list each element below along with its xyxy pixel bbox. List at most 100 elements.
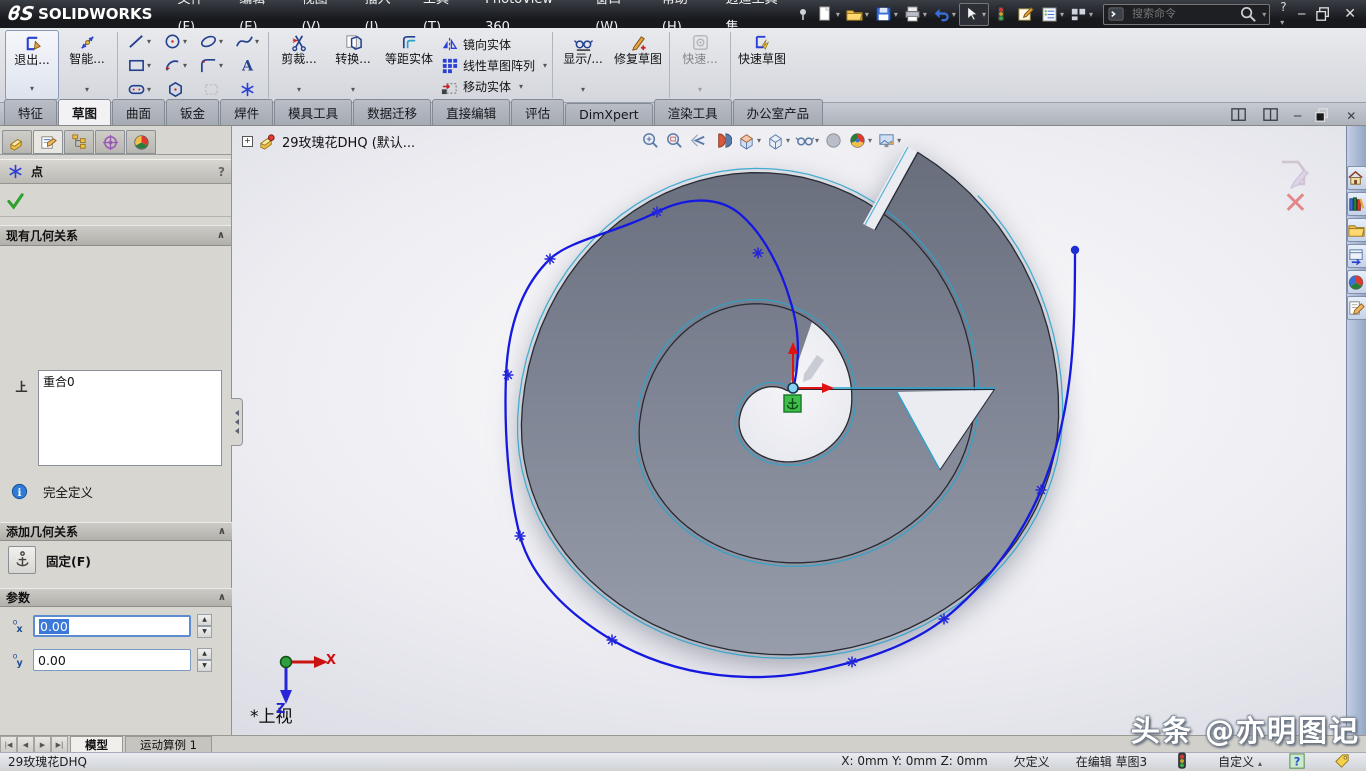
home-tab-button[interactable]	[1347, 166, 1366, 190]
command-tab[interactable]: 渲染工具	[654, 99, 732, 125]
mirror-entities-button[interactable]: 镜向实体	[440, 35, 547, 54]
command-tab[interactable]: 直接编辑	[432, 99, 510, 125]
move-entities-button[interactable]: 移动实体▾	[440, 77, 547, 96]
add-relations-header[interactable]: 添加几何关系∧	[0, 522, 232, 541]
pm-help-button[interactable]: ?	[218, 165, 225, 179]
panel-splitter-tab[interactable]	[231, 398, 243, 446]
new-document-button[interactable]: ▾	[814, 4, 842, 25]
pin-icon[interactable]	[796, 7, 810, 21]
existing-relations-header[interactable]: 现有几何关系∧	[0, 225, 231, 246]
command-tab[interactable]: 模具工具	[274, 99, 352, 125]
repair-sketch-button[interactable]: 修复草图	[610, 30, 666, 100]
undo-button[interactable]: ▾	[930, 4, 958, 25]
select-tool-button[interactable]: ▾	[959, 3, 989, 26]
tab-scroll-first-button[interactable]: |◀	[0, 736, 17, 753]
resources-tab-button[interactable]	[1347, 192, 1366, 216]
property-manager-tab[interactable]	[33, 130, 63, 154]
spline-tool[interactable]: ▾	[229, 29, 265, 53]
feature-tree-root[interactable]: + 29玫瑰花DHQ (默认...	[242, 132, 415, 151]
feature-manager-tab[interactable]	[2, 130, 32, 154]
edit-appearance-button[interactable]: ▾	[847, 130, 873, 151]
display-manager-tab[interactable]	[126, 130, 156, 154]
y-coordinate-field[interactable]: 0.00	[33, 649, 191, 671]
model-tab[interactable]: 模型	[70, 736, 123, 753]
custom-properties-tab-button[interactable]	[1347, 296, 1366, 320]
file-explorer-tab-button[interactable]	[1347, 244, 1366, 268]
model-canvas[interactable]	[232, 126, 1346, 735]
rectangle-tool[interactable]: ▾	[121, 53, 157, 77]
zoom-area-button[interactable]	[664, 130, 685, 151]
appearances-tab-button[interactable]	[1347, 270, 1366, 294]
circle-tool[interactable]: ▾	[157, 29, 193, 53]
relations-listbox[interactable]: 重合0	[38, 370, 222, 466]
configuration-manager-tab[interactable]	[64, 130, 94, 154]
search-input[interactable]	[1130, 7, 1235, 21]
help-button[interactable]: ? ▾	[1280, 0, 1288, 28]
y-spinner[interactable]: ▲▼	[197, 648, 212, 672]
smart-dimension-button[interactable]: 智能...▾	[61, 30, 113, 100]
tab-scroll-prev-button[interactable]: ◀	[17, 736, 34, 753]
design-library-tab-button[interactable]	[1347, 218, 1366, 242]
close-button[interactable]: ✕	[1344, 6, 1356, 22]
tab-scroll-last-button[interactable]: ▶|	[51, 736, 68, 753]
exit-sketch-button[interactable]: 退出...▾	[5, 30, 59, 100]
point-tool[interactable]	[229, 77, 265, 101]
quick-sketch-button[interactable]: 快速草图	[734, 30, 790, 100]
command-tab[interactable]: 评估	[511, 99, 564, 125]
open-button[interactable]: ▾	[843, 4, 871, 25]
x-coordinate-field[interactable]: 0.00	[33, 615, 191, 637]
linear-pattern-button[interactable]: 线性草图阵列▾	[440, 56, 547, 75]
view-orientation-button[interactable]: ▾	[736, 130, 762, 151]
line-tool[interactable]: ▾	[121, 29, 157, 53]
arc-tool[interactable]: ▾	[157, 53, 193, 77]
model-tab[interactable]: 运动算例 1	[125, 736, 212, 753]
x-spinner[interactable]: ▲▼	[197, 614, 212, 638]
command-tab[interactable]: 数据迁移	[353, 99, 431, 125]
display-style-button[interactable]: ▾	[765, 130, 791, 151]
convert-entities-button[interactable]: 转换...▾	[327, 30, 379, 100]
tree-expand-icon[interactable]: +	[242, 136, 253, 147]
ok-check-icon[interactable]	[6, 191, 25, 210]
print-button[interactable]: ▾	[901, 4, 929, 25]
parameters-header[interactable]: 参数∧	[0, 588, 232, 607]
previous-view-button[interactable]	[688, 130, 709, 151]
edit-appearance-note-button[interactable]	[1014, 4, 1037, 25]
display-relations-button[interactable]: 显示/...▾	[557, 30, 609, 100]
fillet-tool[interactable]: ▾	[193, 53, 229, 77]
zoom-fit-button[interactable]	[640, 130, 661, 151]
slot-tool[interactable]: ▾	[121, 77, 157, 101]
search-icon[interactable]	[1239, 5, 1258, 24]
command-tab[interactable]: 钣金	[166, 99, 219, 125]
ellipse-tool[interactable]: ▾	[193, 29, 229, 53]
doc-close-button[interactable]: ✕	[1346, 109, 1356, 123]
save-button[interactable]: ▾	[872, 4, 900, 25]
restore-button[interactable]	[1315, 5, 1334, 24]
options-button[interactable]: ▾	[1038, 4, 1066, 25]
doc-minimize-button[interactable]: ─	[1294, 109, 1301, 123]
pane-left-icon[interactable]	[1230, 106, 1249, 125]
command-tab[interactable]: 曲面	[112, 99, 165, 125]
pane-right-icon[interactable]	[1262, 106, 1281, 125]
dimxpert-manager-tab[interactable]	[95, 130, 125, 154]
command-tab[interactable]: 办公室产品	[733, 99, 824, 125]
search-dropdown-caret[interactable]: ▾	[1262, 10, 1266, 19]
status-unit-system[interactable]: 自定义 ▴	[1218, 753, 1262, 770]
relation-item[interactable]: 重合0	[43, 373, 217, 390]
appearance-button[interactable]	[823, 130, 844, 151]
command-tab[interactable]: 草图	[58, 99, 111, 125]
apply-scene-button[interactable]: ▾	[876, 130, 902, 151]
confirmation-corner-cancel[interactable]: ✕	[1283, 186, 1308, 221]
command-tab[interactable]: DimXpert	[565, 103, 653, 125]
tab-scroll-next-button[interactable]: ▶	[34, 736, 51, 753]
doc-restore-button[interactable]	[1314, 106, 1333, 125]
polygon-tool[interactable]	[157, 77, 193, 101]
toolbar-overflow-button[interactable]: ▾	[1067, 4, 1095, 25]
offset-entities-button[interactable]: 等距实体	[380, 30, 438, 100]
hide-show-items-button[interactable]: ▾	[794, 130, 820, 151]
command-tab[interactable]: 焊件	[220, 99, 273, 125]
text-tool[interactable]: A	[229, 53, 265, 77]
section-view-button[interactable]	[712, 130, 733, 151]
graphics-viewport[interactable]: + 29玫瑰花DHQ (默认... ▾ ▾ ▾ ▾ ▾ ✕ *上视 X Z	[232, 126, 1346, 735]
command-tab[interactable]: 特征	[4, 99, 57, 125]
fix-relation-button[interactable]	[8, 546, 36, 574]
